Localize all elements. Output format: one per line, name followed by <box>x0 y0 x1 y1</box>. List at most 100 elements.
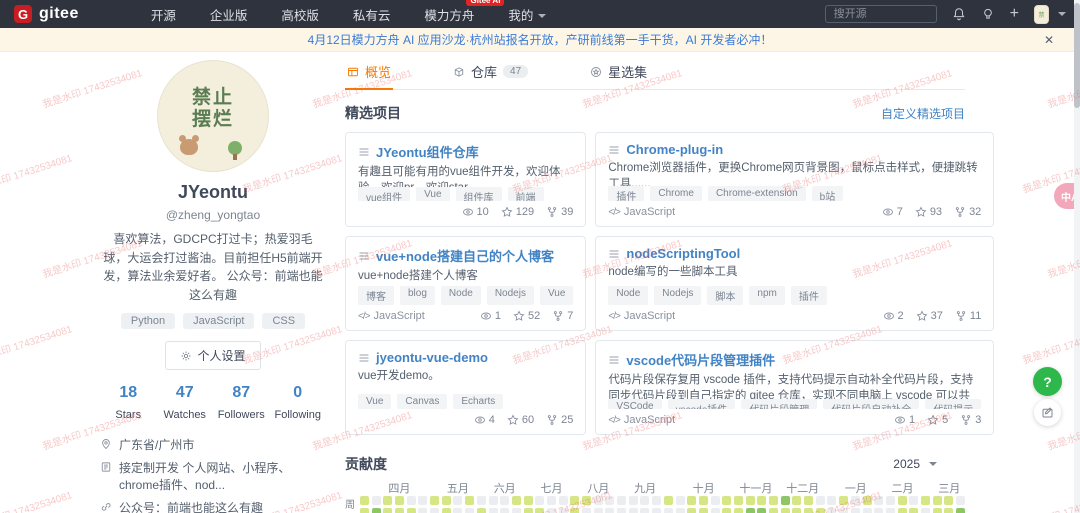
watch-count[interactable]: 2 <box>883 310 904 322</box>
chevron-down-icon[interactable] <box>1058 12 1066 16</box>
project-title-link[interactable]: JYeontu组件仓库 <box>358 142 573 161</box>
contribution-cell[interactable] <box>418 496 427 505</box>
project-title-link[interactable]: vue+node搭建自己的个人博客 <box>358 246 573 265</box>
search-input[interactable] <box>825 5 937 23</box>
contribution-cell[interactable] <box>360 508 369 513</box>
fork-count[interactable]: 32 <box>954 206 981 218</box>
avatar[interactable]: 禁止 摆烂 <box>157 60 269 172</box>
fork-count[interactable]: 39 <box>546 206 573 218</box>
star-count[interactable]: 52 <box>513 310 540 322</box>
project-tag[interactable]: Chrome-extension <box>708 186 806 201</box>
contribution-cell[interactable] <box>453 496 462 505</box>
project-tag[interactable]: VSCode <box>608 399 661 409</box>
contribution-cell[interactable] <box>921 508 930 513</box>
star-count[interactable]: 37 <box>916 310 943 322</box>
contribution-cell[interactable] <box>956 508 965 513</box>
contribution-cell[interactable] <box>757 496 766 505</box>
contribution-cell[interactable] <box>594 496 603 505</box>
contribution-cell[interactable] <box>360 496 369 505</box>
skill-tag[interactable]: CSS <box>262 313 305 329</box>
contribution-cell[interactable] <box>617 496 626 505</box>
contribution-cell[interactable] <box>711 508 720 513</box>
contribution-cell[interactable] <box>734 508 743 513</box>
skill-tag[interactable]: JavaScript <box>183 313 254 329</box>
contribution-cell[interactable] <box>465 496 474 505</box>
project-tag[interactable]: Node <box>608 286 648 305</box>
contribution-cell[interactable] <box>442 496 451 505</box>
navbar-avatar[interactable]: 禁 <box>1034 5 1049 24</box>
contribution-cell[interactable] <box>617 508 626 513</box>
nav-item-6[interactable]: 我的 <box>508 5 546 24</box>
project-tag[interactable]: Chrome <box>650 186 702 201</box>
contribution-cell[interactable] <box>804 508 813 513</box>
stat-value[interactable]: 47 <box>157 384 214 402</box>
contribution-cell[interactable] <box>383 496 392 505</box>
contribution-cell[interactable] <box>559 496 568 505</box>
menu-icon[interactable] <box>358 352 370 364</box>
contribution-cell[interactable] <box>395 508 404 513</box>
contribution-cell[interactable] <box>372 508 381 513</box>
tab-星选集[interactable]: 星选集 <box>588 60 649 89</box>
contribution-cell[interactable] <box>839 508 848 513</box>
contribution-cell[interactable] <box>477 496 486 505</box>
project-title-link[interactable]: jyeontu-vue-demo <box>358 350 573 365</box>
contribution-cell[interactable] <box>570 508 579 513</box>
contribution-cell[interactable] <box>746 508 755 513</box>
contribution-cell[interactable] <box>418 508 427 513</box>
feedback-button[interactable] <box>1034 399 1061 426</box>
skill-tag[interactable]: Python <box>121 313 175 329</box>
fork-count[interactable]: 7 <box>552 310 573 322</box>
project-tag[interactable]: 博客 <box>358 286 394 305</box>
contribution-cell[interactable] <box>547 496 556 505</box>
watch-count[interactable]: 7 <box>882 206 903 218</box>
contribution-cell[interactable] <box>699 496 708 505</box>
project-title-link[interactable]: nodeScriptingTool <box>608 246 981 261</box>
contribution-cell[interactable] <box>442 508 451 513</box>
contribution-cell[interactable] <box>687 508 696 513</box>
project-tag[interactable]: 前端 <box>508 187 544 201</box>
contribution-cell[interactable] <box>500 496 509 505</box>
project-tag[interactable]: Node <box>441 286 481 305</box>
project-tag[interactable]: Vue <box>540 286 573 305</box>
contribution-cell[interactable] <box>944 496 953 505</box>
fork-count[interactable]: 11 <box>955 310 981 322</box>
nav-item-2[interactable]: 企业版 <box>210 5 248 24</box>
contribution-cell[interactable] <box>570 496 579 505</box>
contribution-cell[interactable] <box>851 508 860 513</box>
star-count[interactable]: 60 <box>507 414 534 426</box>
contribution-cell[interactable] <box>524 508 533 513</box>
contribution-cell[interactable] <box>582 508 591 513</box>
contribution-cell[interactable] <box>605 508 614 513</box>
contribution-cell[interactable] <box>711 496 720 505</box>
contribution-cell[interactable] <box>722 496 731 505</box>
tab-仓库[interactable]: 仓库47 <box>451 60 530 89</box>
contribution-cell[interactable] <box>430 496 439 505</box>
personal-settings-button[interactable]: 个人设置 <box>165 341 261 370</box>
contribution-cell[interactable] <box>676 496 685 505</box>
contribution-cell[interactable] <box>863 508 872 513</box>
contribution-cell[interactable] <box>757 508 766 513</box>
contribution-cell[interactable] <box>909 496 918 505</box>
customize-featured-link[interactable]: 自定义精选项目 <box>881 105 965 122</box>
contribution-cell[interactable] <box>863 496 872 505</box>
project-tag[interactable]: 插件 <box>608 186 644 201</box>
project-tag[interactable]: Nodejs <box>654 286 701 305</box>
star-count[interactable]: 93 <box>915 206 942 218</box>
year-dropdown[interactable]: 2025 <box>893 457 937 471</box>
contribution-cell[interactable] <box>933 508 942 513</box>
contribution-cell[interactable] <box>792 496 801 505</box>
contribution-cell[interactable] <box>781 508 790 513</box>
project-tag[interactable]: Nodejs <box>487 286 534 305</box>
contribution-cell[interactable] <box>453 508 462 513</box>
contribution-cell[interactable] <box>430 508 439 513</box>
scrollbar-thumb[interactable] <box>1074 3 1080 108</box>
contribution-cell[interactable] <box>839 496 848 505</box>
contribution-cell[interactable] <box>734 496 743 505</box>
menu-icon[interactable] <box>608 144 620 156</box>
project-tag[interactable]: blog <box>400 286 435 305</box>
stat-value[interactable]: 18 <box>100 384 157 402</box>
nav-item-5[interactable]: 模力方舟Gitee AI <box>424 5 474 24</box>
contribution-cell[interactable] <box>792 508 801 513</box>
project-title-link[interactable]: Chrome-plug-in <box>608 142 981 157</box>
contribution-cell[interactable] <box>524 496 533 505</box>
